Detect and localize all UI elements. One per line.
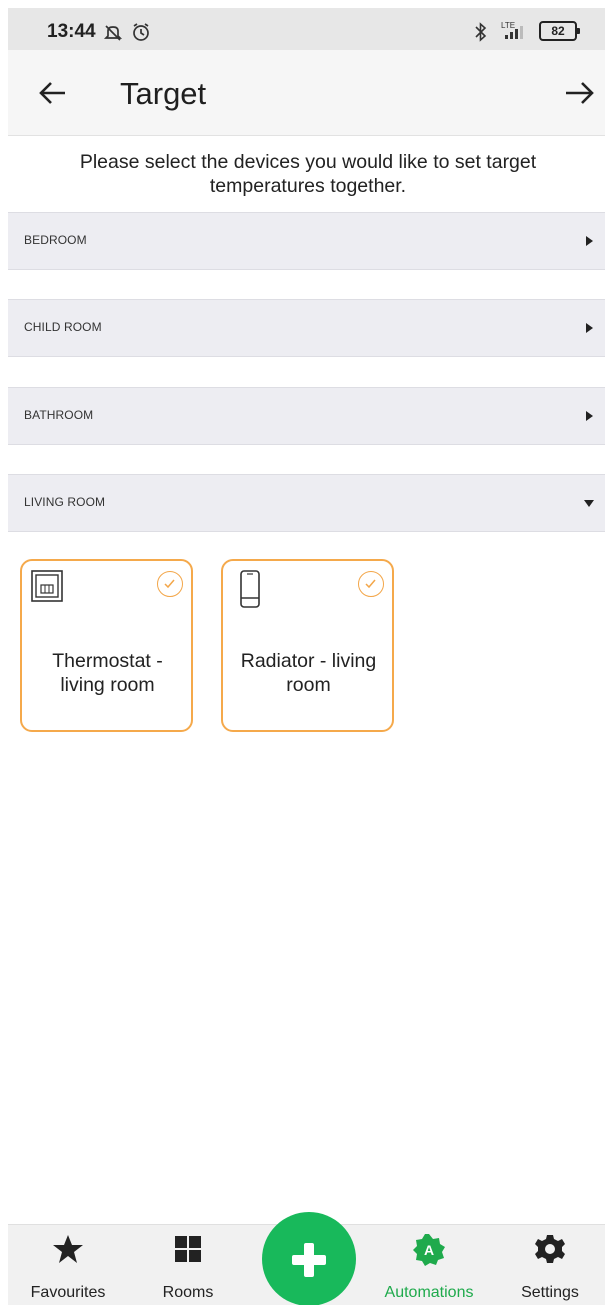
room-label: BATHROOM <box>24 408 94 422</box>
device-card-thermostat[interactable]: Thermostat - living room <box>20 559 193 732</box>
silent-bell-icon <box>103 25 123 41</box>
signal-icon: LTE <box>501 21 523 39</box>
room-row-bedroom[interactable]: BEDROOM <box>8 212 605 270</box>
grid-icon <box>175 1236 201 1262</box>
star-icon <box>53 1235 83 1263</box>
nav-label: Settings <box>521 1284 579 1301</box>
chevron-down-icon <box>584 500 594 507</box>
nav-item-favourites[interactable]: Favourites <box>13 1233 123 1305</box>
bottom-navigation: Favourites Rooms A Automations Settings <box>8 1212 605 1305</box>
device-card-radiator[interactable]: Radiator - living room <box>221 559 394 732</box>
app-screen: 13:44 LTE 82 Target Please select the de… <box>8 8 605 1305</box>
add-button[interactable] <box>262 1212 356 1305</box>
nav-label: Rooms <box>162 1284 214 1301</box>
status-bar: 13:44 LTE 82 <box>8 8 605 50</box>
room-label: BEDROOM <box>24 233 87 247</box>
device-name: Radiator - living room <box>240 650 377 696</box>
chevron-right-icon <box>586 411 593 421</box>
chevron-right-icon <box>586 236 593 246</box>
nav-item-automations[interactable]: A Automations <box>374 1233 484 1305</box>
room-row-living-room[interactable]: LIVING ROOM <box>8 474 605 532</box>
nav-label: Favourites <box>30 1284 106 1301</box>
page-title: Target <box>120 76 207 111</box>
battery-level: 82 <box>551 24 565 38</box>
nav-label: Automations <box>384 1284 474 1301</box>
instruction-text: Please select the devices you would like… <box>79 151 537 197</box>
device-name: Thermostat - living room <box>52 650 163 696</box>
forward-arrow-icon[interactable] <box>563 76 597 110</box>
automation-icon: A <box>413 1234 445 1266</box>
network-type: LTE <box>501 21 515 30</box>
radiator-icon <box>240 570 260 608</box>
nav-item-settings[interactable]: Settings <box>495 1233 605 1305</box>
svg-text:A: A <box>424 1242 434 1258</box>
room-label: LIVING ROOM <box>24 495 106 509</box>
back-arrow-icon[interactable] <box>36 76 70 110</box>
battery-indicator: 82 <box>539 21 580 41</box>
selected-check-icon <box>358 571 384 597</box>
selected-check-icon <box>157 571 183 597</box>
chevron-right-icon <box>586 323 593 333</box>
bluetooth-icon <box>475 22 487 42</box>
thermostat-icon <box>31 570 63 602</box>
app-header: Target <box>8 50 605 136</box>
nav-item-rooms[interactable]: Rooms <box>133 1233 243 1305</box>
room-label: CHILD ROOM <box>24 320 102 334</box>
plus-icon <box>292 1243 326 1277</box>
alarm-icon <box>133 23 149 41</box>
status-time: 13:44 <box>47 21 96 42</box>
room-row-bathroom[interactable]: BATHROOM <box>8 387 605 445</box>
gear-icon <box>535 1235 565 1263</box>
room-row-child-room[interactable]: CHILD ROOM <box>8 299 605 357</box>
